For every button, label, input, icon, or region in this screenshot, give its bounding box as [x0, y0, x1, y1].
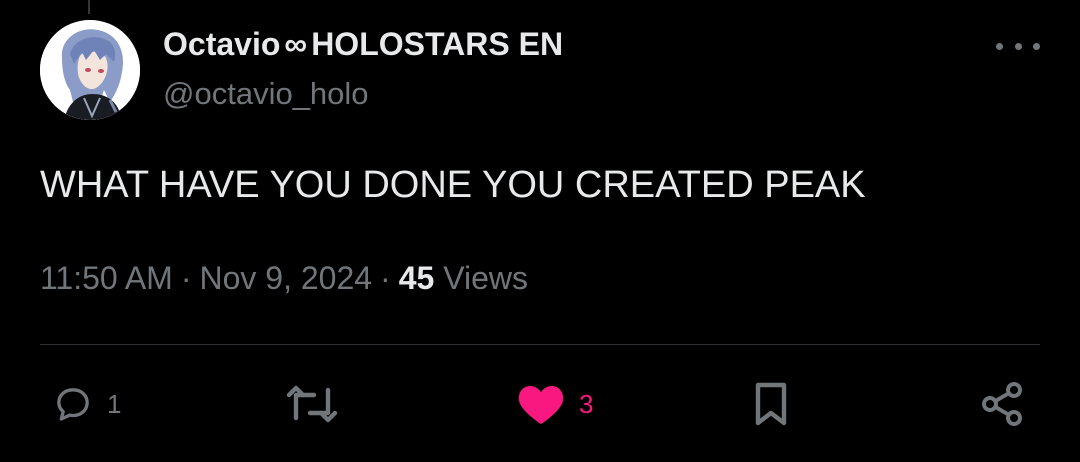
reply-icon — [57, 388, 89, 421]
avatar-image — [40, 20, 140, 120]
author-name-text: Octavio — [163, 26, 281, 62]
like-count: 3 — [579, 389, 594, 419]
bookmark-icon — [755, 382, 787, 426]
heart-icon — [518, 386, 564, 424]
author-display-name[interactable]: Octavio ∞ HOLOSTARS EN — [163, 24, 563, 64]
tweet-metadata: 11:50 AM · Nov 9, 2024 · 45 Views — [40, 257, 528, 299]
retweet-button[interactable] — [284, 380, 340, 428]
infinity-glyph: ∞ — [284, 26, 308, 62]
more-icon — [996, 42, 1003, 50]
author-handle[interactable]: @octavio_holo — [163, 75, 369, 113]
tweet-date[interactable]: Nov 9, 2024 — [199, 260, 372, 296]
more-icon-dot — [1014, 42, 1022, 50]
views-count: 45 — [398, 260, 435, 296]
reply-button[interactable]: 1 — [53, 380, 121, 428]
author-name-suffix: HOLOSTARS EN — [311, 26, 564, 62]
tweet-text: WHAT HAVE YOU DONE YOU CREATED PEAK — [40, 164, 866, 206]
like-button[interactable]: 3 — [517, 380, 593, 428]
tweet-time[interactable]: 11:50 AM — [40, 260, 173, 296]
divider — [40, 344, 1040, 345]
thread-connector-line — [88, 0, 90, 14]
more-icon-dot — [1033, 42, 1040, 50]
reply-count: 1 — [107, 389, 122, 419]
share-icon — [982, 382, 1022, 426]
meta-separator: · — [180, 260, 192, 296]
bookmark-button[interactable] — [750, 380, 792, 428]
share-button[interactable] — [978, 380, 1026, 428]
views-label: Views — [443, 260, 528, 296]
meta-separator: · — [380, 260, 391, 296]
more-options-button[interactable] — [996, 36, 1040, 56]
retweet-icon — [286, 385, 338, 423]
avatar[interactable] — [40, 20, 140, 120]
